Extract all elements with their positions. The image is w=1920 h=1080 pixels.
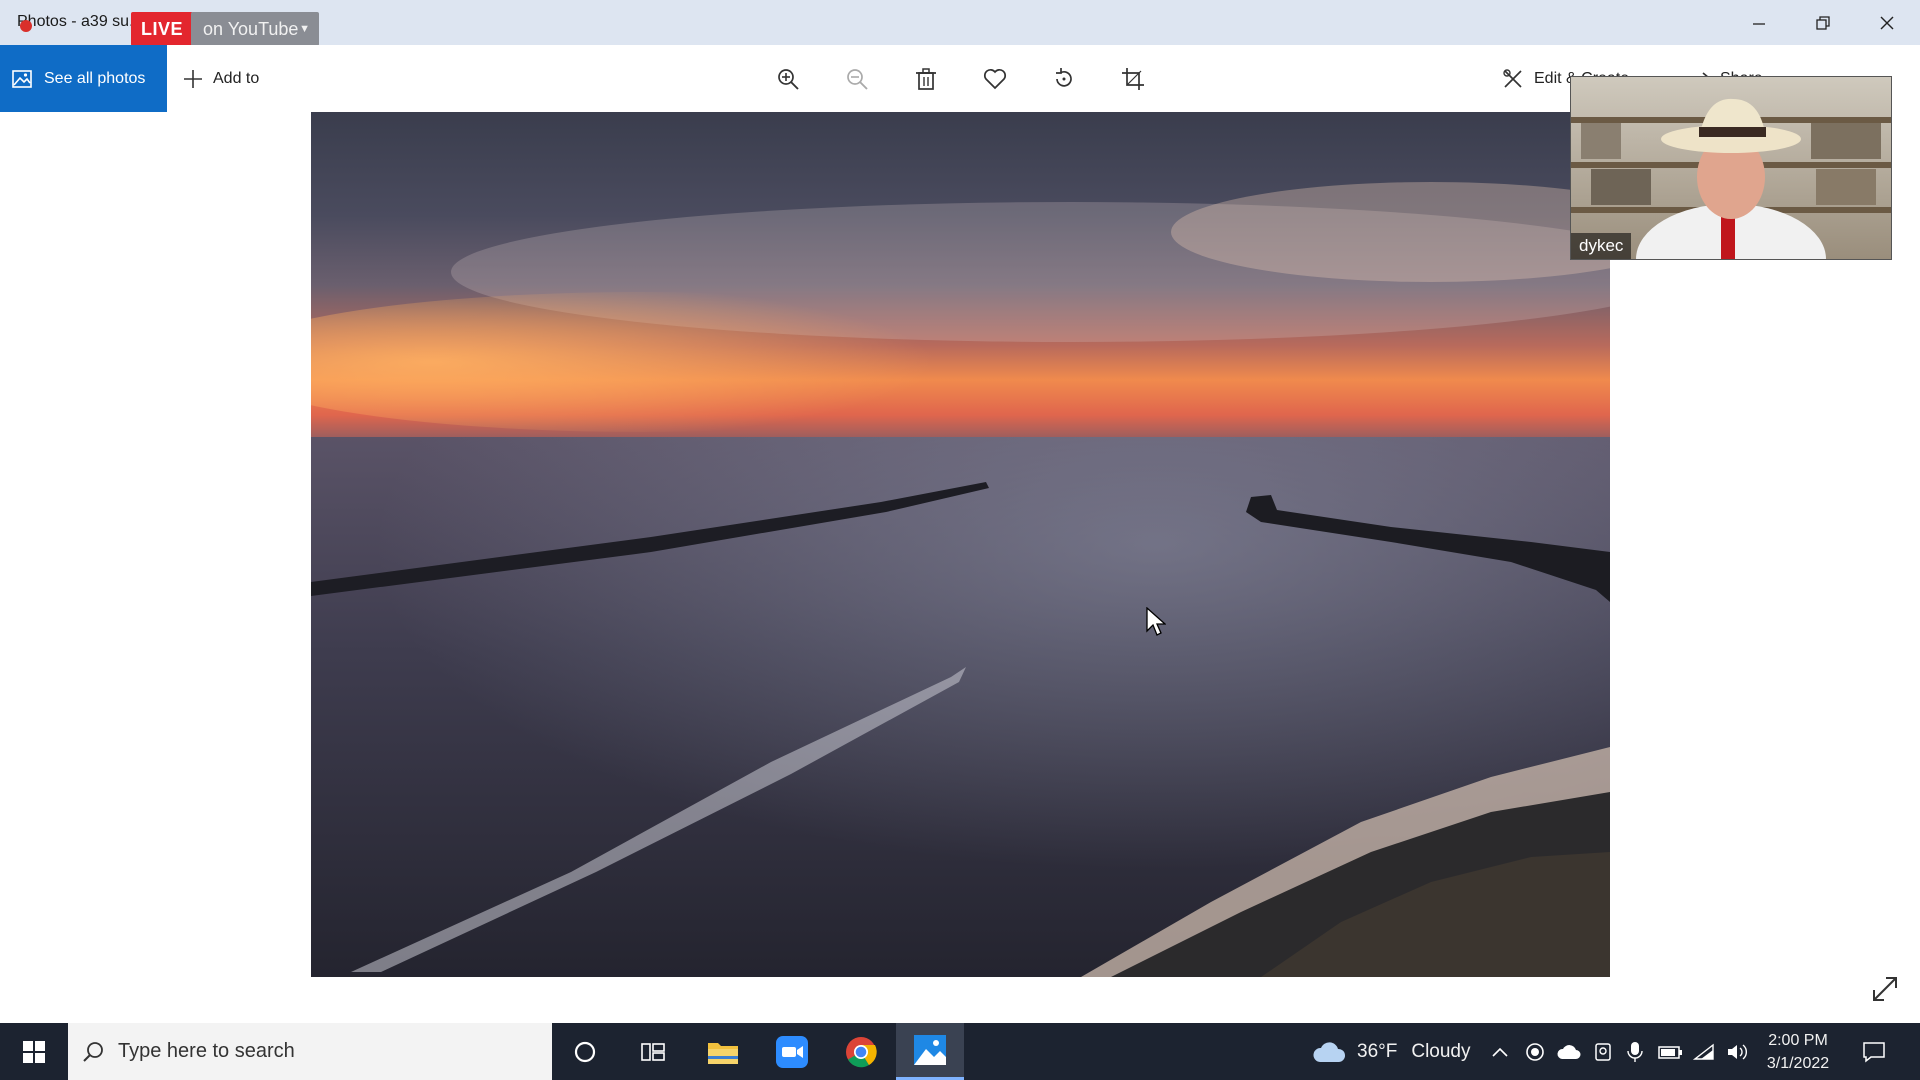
minimize-icon [1753,22,1765,25]
onedrive-cloud-icon [1557,1044,1581,1059]
zoom-app-button[interactable] [758,1023,826,1080]
close-button[interactable] [1855,0,1919,45]
participant-name: dykec [1571,233,1632,259]
stream-target-dropdown[interactable]: on YouTube ▼ [191,12,319,46]
task-view-icon [641,1042,665,1061]
search-placeholder: Type here to search [118,1040,295,1062]
photos-app-button[interactable] [896,1023,964,1080]
device-icon [1595,1042,1611,1061]
zoom-out-icon [847,69,868,90]
start-button[interactable] [0,1023,68,1080]
clock-date: 3/1/2022 [1766,1055,1830,1072]
weather-condition: Cloudy [1411,1040,1471,1062]
windows-logo-icon [23,1040,45,1063]
file-explorer-icon [708,1042,738,1064]
zoom-in-button[interactable] [771,62,805,96]
stream-target-label: on YouTube [203,19,299,39]
photos-icon [914,1035,946,1065]
system-clock[interactable]: 2:00 PM 3/1/2022 [1760,1029,1836,1075]
chrome-icon [846,1036,877,1067]
show-hidden-icons-button[interactable] [1492,1023,1508,1080]
clock-time: 2:00 PM [1768,1032,1828,1049]
crop-button[interactable] [1116,62,1150,96]
mouse-pointer-icon [1146,607,1166,636]
record-icon [1526,1042,1544,1061]
rotate-icon [1056,68,1072,87]
restore-icon [1816,15,1830,30]
wifi-icon [1693,1043,1714,1060]
plus-icon [184,69,202,88]
add-to-button[interactable]: Add to [183,45,259,112]
notification-center-button[interactable] [1862,1023,1886,1080]
microphone-icon [1627,1041,1643,1062]
see-all-photos-label: See all photos [44,69,146,87]
see-all-photos-button[interactable]: See all photos [0,45,167,112]
record-tray-button[interactable] [1525,1023,1545,1080]
onedrive-tray-button[interactable] [1557,1023,1581,1080]
battery-plug-icon [1658,1045,1682,1059]
crop-icon [1122,68,1144,90]
trash-icon [916,68,936,90]
edit-create-icon [1503,68,1522,88]
cloud-icon [1313,1041,1346,1062]
zoom-icon [776,1035,808,1068]
heart-icon [983,68,1007,90]
cortana-button[interactable] [551,1023,619,1080]
favorite-button[interactable] [978,62,1012,96]
delete-button[interactable] [909,62,943,96]
cortana-icon [574,1041,596,1062]
rotate-button[interactable] [1047,62,1081,96]
chrome-button[interactable] [827,1023,895,1080]
taskbar: Type here to search 36°F Cloudy 2:00 PM … [0,1023,1920,1080]
speaker-icon [1728,1043,1747,1060]
participant-video [1581,98,1881,259]
title-bar: Photos - a39 su...n.JPG LIVE on YouTube … [0,0,1920,46]
photo-scene [311,182,1610,977]
task-view-button[interactable] [619,1023,687,1080]
recording-indicator-icon [20,20,32,32]
weather-widget[interactable]: 36°F Cloudy [1313,1023,1471,1080]
zoom-in-icon [778,69,799,90]
network-tray-button[interactable] [1693,1023,1715,1080]
file-explorer-button[interactable] [689,1023,757,1080]
microphone-tray-button[interactable] [1627,1023,1643,1080]
live-badge: LIVE [131,12,194,46]
expand-icon[interactable] [1870,974,1900,1004]
add-to-label: Add to [213,69,260,87]
zoom-out-button[interactable] [840,62,874,96]
restore-button[interactable] [1791,0,1855,45]
battery-tray-button[interactable] [1658,1023,1684,1080]
search-icon [83,1041,103,1062]
taskbar-search-box[interactable]: Type here to search [68,1023,552,1080]
device-tray-button[interactable] [1593,1023,1613,1080]
weather-temperature: 36°F [1357,1040,1398,1062]
photo-gallery-icon [12,69,32,88]
sunset-photo[interactable] [311,112,1610,977]
chevron-down-icon: ▼ [299,23,310,35]
close-icon [1880,16,1894,29]
minimize-button[interactable] [1727,0,1791,45]
volume-tray-button[interactable] [1726,1023,1750,1080]
video-call-thumbnail[interactable]: dykec [1570,76,1892,260]
notification-icon [1863,1041,1885,1063]
chevron-up-icon [1492,1047,1508,1057]
